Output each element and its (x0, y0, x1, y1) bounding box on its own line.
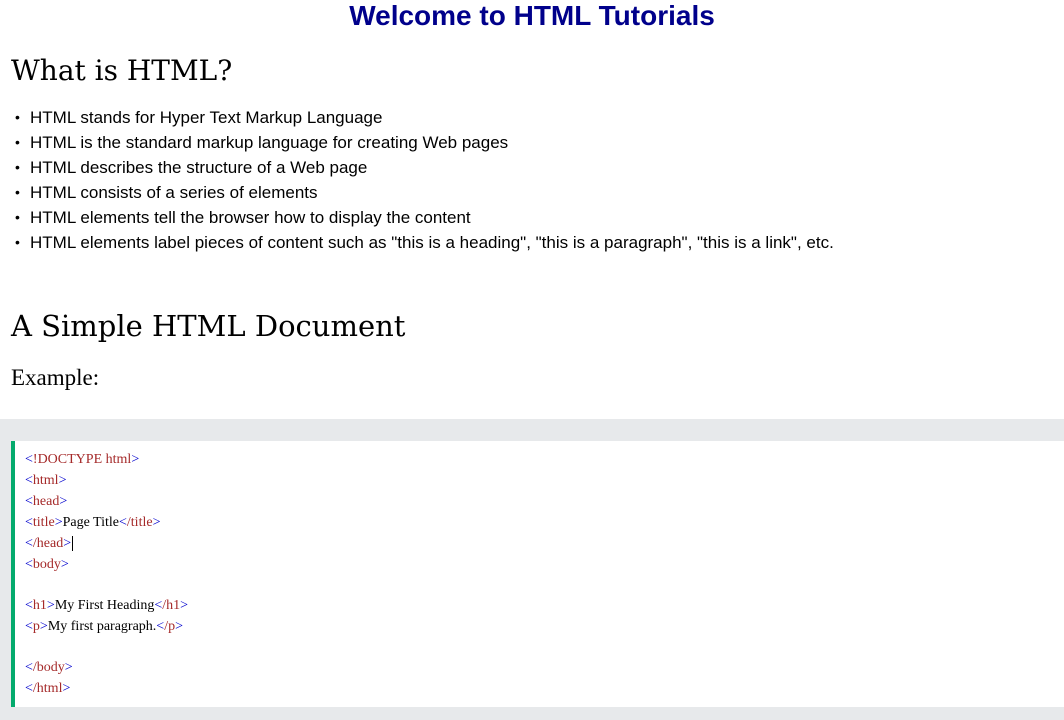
list-item: • HTML elements tell the browser how to d… (11, 205, 834, 230)
code-line-doctype: <!DOCTYPE html> (25, 452, 140, 467)
bullet-icon: • (15, 159, 20, 175)
text-cursor (72, 536, 74, 552)
list-item: • HTML consists of a series of elements (11, 180, 834, 205)
code-line-head-close: </head> (25, 536, 74, 552)
page-title: Welcome to HTML Tutorials (349, 0, 715, 31)
code-line-body-open: <body> (25, 557, 69, 572)
code-line-body-close: </body> (25, 660, 73, 675)
html-facts-list: • HTML stands for Hyper Text Markup Langu… (11, 105, 834, 255)
code-example-container: <!DOCTYPE html> <html> <head> <title>Pag… (0, 419, 1064, 720)
list-item-text: HTML stands for Hyper Text Markup Langua… (30, 108, 383, 127)
list-item: • HTML is the standard markup language fo… (11, 130, 834, 155)
code-line-h1: <h1>My First Heading</h1> (25, 598, 189, 613)
list-item: • HTML stands for Hyper Text Markup Langu… (11, 105, 834, 130)
list-item-text: HTML consists of a series of elements (30, 183, 318, 202)
bullet-icon: • (15, 234, 20, 250)
list-item-text: HTML is the standard markup language for… (30, 133, 509, 152)
example-label: Example: (11, 365, 100, 390)
list-item-text: HTML elements tell the browser how to di… (30, 208, 471, 227)
list-item: • HTML describes the structure of a Web p… (11, 155, 834, 180)
code-line-title: <title>Page Title</title> (25, 515, 161, 530)
bullet-icon: • (15, 184, 20, 200)
section-heading-simple-document: A Simple HTML Document (11, 309, 406, 343)
list-item-text: HTML describes the structure of a Web pa… (30, 158, 368, 177)
code-line-html-close: </html> (25, 681, 71, 696)
code-line-head-open: <head> (25, 494, 68, 509)
code-lines: <!DOCTYPE html> <html> <head> <title>Pag… (25, 449, 188, 699)
list-item: • HTML elements label pieces of content s… (11, 230, 834, 255)
code-line-html-open: <html> (25, 473, 67, 488)
bullet-icon: • (15, 134, 20, 150)
bullet-icon: • (15, 109, 20, 125)
code-line-p: <p>My first paragraph.</p> (25, 619, 183, 634)
code-example-box[interactable]: <!DOCTYPE html> <html> <head> <title>Pag… (11, 441, 1064, 707)
bullet-icon: • (15, 209, 20, 225)
section-heading-what-is-html: What is HTML? (11, 54, 233, 87)
list-item-text: HTML elements label pieces of content su… (30, 233, 834, 252)
